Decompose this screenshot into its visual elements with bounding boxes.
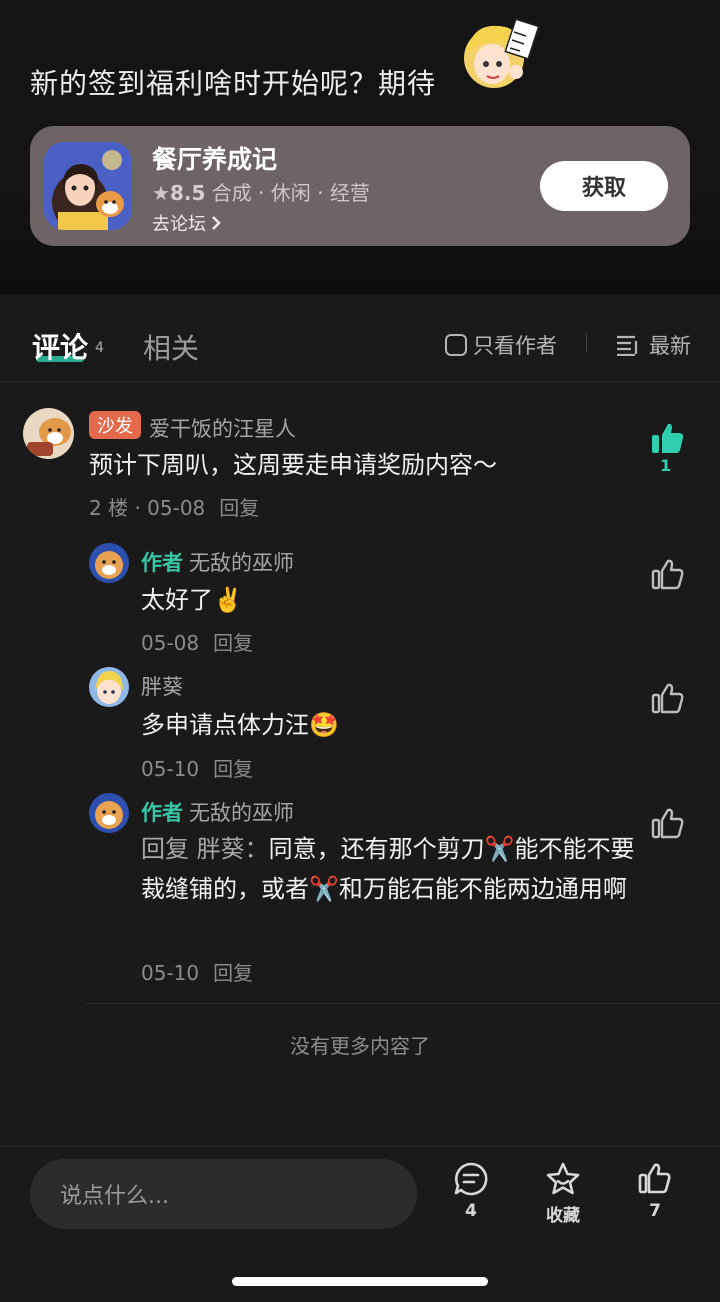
like-action[interactable]: 7 (625, 1161, 685, 1221)
avatar[interactable] (89, 543, 129, 583)
star-icon (546, 1162, 580, 1195)
like-count: 1 (660, 456, 672, 475)
avatar[interactable] (89, 667, 129, 707)
reply-text: 回复 胖葵：同意，还有那个剪刀✂️能不能不要裁缝铺的，或者✂️和万能石能不能两边… (141, 829, 641, 909)
sort-button[interactable]: 最新 (615, 330, 691, 360)
star-icon: ★ (152, 181, 170, 205)
reply-meta: 05-10 回复 (141, 957, 267, 986)
post-text: 新的签到福利啥时开始呢？期待 (30, 67, 437, 100)
divider (586, 334, 587, 352)
game-title: 餐厅养成记 (152, 145, 278, 174)
get-button[interactable]: 获取 (540, 161, 668, 211)
comment-username[interactable]: 爱干饭的汪星人 (149, 413, 296, 443)
reply-button[interactable]: 回复 (213, 631, 253, 655)
reply-text: 多申请点体力汪🤩 (141, 711, 339, 739)
game-tags: 合成 · 休闲 · 经营 (211, 181, 370, 205)
reply-date: 05-10 (141, 961, 200, 985)
comment-count-label: 4 (465, 1201, 477, 1221)
game-rating: 8.5 (169, 181, 206, 205)
tab-comments[interactable]: 评论 (32, 326, 88, 366)
comment-tabs: 评论 4 相关 只看作者 最新 (0, 294, 720, 382)
reply-meta: 05-10 回复 (141, 753, 267, 782)
comment-input[interactable]: 说点什么... (30, 1159, 417, 1229)
reply-username[interactable]: 作者 无敌的巫师 (141, 547, 294, 577)
reply-button[interactable]: 回复 (213, 961, 253, 985)
author-tag: 作者 (141, 801, 183, 825)
reply-button[interactable]: 回复 (219, 496, 259, 520)
reply-text: 太好了✌️ (141, 586, 243, 614)
reply-button[interactable]: 回复 (213, 757, 253, 781)
only-author-toggle[interactable]: 只看作者 (445, 330, 557, 360)
favorite-label: 收藏 (546, 1206, 580, 1226)
thumbs-up-icon[interactable] (650, 806, 686, 842)
comment-meta: 2 楼 · 05-08 回复 (89, 492, 273, 521)
thumbs-up-icon (638, 1163, 671, 1194)
reply-username-text: 无敌的巫师 (189, 801, 294, 825)
post-header: 新的签到福利啥时开始呢？期待 餐厅养成记 ★8.5 合成 · 休闲 · 经营 去… (0, 0, 720, 294)
game-meta: ★8.5 合成 · 休闲 · 经营 (152, 177, 370, 206)
sofa-badge: 沙发 (89, 411, 141, 439)
home-indicator[interactable] (232, 1277, 488, 1286)
reply-date: 05-08 (141, 631, 200, 655)
favorite-action[interactable]: 收藏 (533, 1161, 593, 1226)
sort-list-icon (617, 335, 638, 356)
reply-to-prefix[interactable]: 回复 胖葵： (141, 835, 269, 863)
reply-username[interactable]: 胖葵 (141, 671, 183, 701)
reply-username[interactable]: 作者 无敌的巫师 (141, 797, 294, 827)
reply-date: 05-10 (141, 757, 200, 781)
comment-action[interactable]: 4 (441, 1161, 501, 1221)
anime-girl-sticker-image (464, 18, 540, 88)
tab-related[interactable]: 相关 (143, 327, 199, 367)
chevron-right-icon (212, 216, 221, 230)
reply-meta: 05-08 回复 (141, 627, 267, 656)
comment-floor-date: 2 楼 · 05-08 (89, 496, 206, 520)
comment-count: 4 (95, 340, 104, 356)
sort-label: 最新 (649, 334, 691, 358)
thumbs-up-icon[interactable] (650, 557, 686, 593)
divider (86, 1003, 720, 1004)
forum-link-label: 去论坛 (152, 214, 206, 235)
no-more-content: 没有更多内容了 (290, 1034, 430, 1058)
reply-username-text: 无敌的巫师 (189, 551, 294, 575)
avatar[interactable] (23, 408, 74, 459)
author-tag: 作者 (141, 551, 183, 575)
forum-link[interactable]: 去论坛 (152, 210, 222, 236)
game-card[interactable]: 餐厅养成记 ★8.5 合成 · 休闲 · 经营 去论坛 获取 (30, 126, 690, 246)
thumbs-up-icon[interactable] (650, 681, 686, 717)
game-icon-image (44, 142, 132, 230)
only-author-label: 只看作者 (473, 334, 557, 358)
avatar[interactable] (89, 793, 129, 833)
thumbs-up-filled-icon[interactable] (650, 421, 686, 457)
comment-text: 预计下周叭，这周要走申请奖励内容～ (89, 451, 497, 479)
checkbox-icon (445, 334, 467, 356)
comment-bubble-icon (454, 1162, 488, 1196)
like-count-label: 7 (649, 1201, 661, 1221)
